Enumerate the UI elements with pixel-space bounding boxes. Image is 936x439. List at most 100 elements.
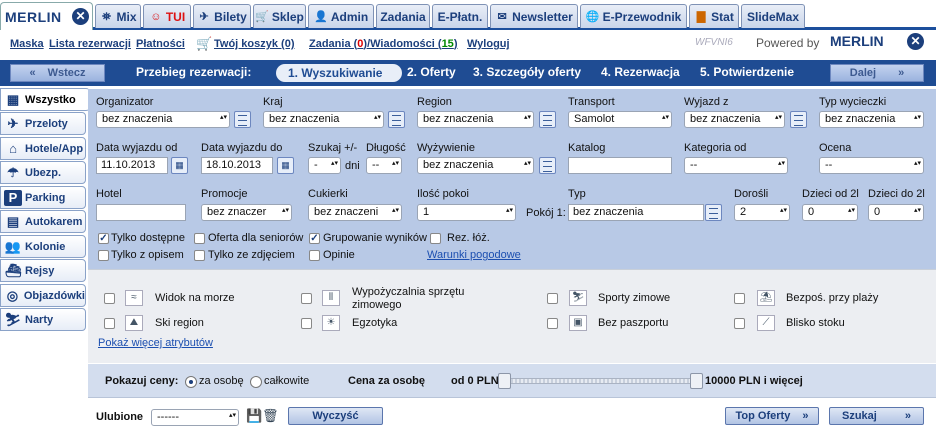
show-more-attributes-link[interactable]: Pokaż więcej atrybutów: [98, 337, 213, 349]
typ-pokoju-input[interactable]: bez znaczenia: [568, 204, 704, 221]
pokoje-select[interactable]: 1: [417, 204, 516, 221]
wyzywienie-select[interactable]: bez znaczenia: [417, 157, 534, 174]
link-platnosci[interactable]: Płatności: [136, 38, 185, 50]
clear-button[interactable]: Wyczyść: [288, 407, 383, 425]
link-zadania-wiadomosci[interactable]: Zadania (0)/Wiadomości (15): [309, 38, 457, 50]
promocje-select[interactable]: bez znaczer: [201, 204, 292, 221]
dzieci-do-2-select[interactable]: 0: [868, 204, 924, 221]
merlin-brand-logo: MERLIN: [830, 33, 884, 49]
sidebar-item-rejsy[interactable]: ⛴ Rejsy: [0, 259, 86, 282]
opinie-checkbox[interactable]: [309, 250, 320, 261]
tab-zadania[interactable]: Zadania: [376, 4, 430, 28]
tab-e-platnosci[interactable]: E-Płatn.: [432, 4, 488, 28]
top-oferty-button[interactable]: Top Oferty»: [725, 407, 819, 425]
step-szczegoly[interactable]: 3. Szczegóły oferty: [473, 65, 581, 79]
region-list-button[interactable]: [539, 111, 556, 128]
tylko-opis-checkbox[interactable]: [98, 250, 109, 261]
merlin-logo-tab[interactable]: MERLIN ✕: [0, 2, 93, 30]
cukierki-select[interactable]: bez znaczeni: [308, 204, 402, 221]
link-lista-rezerwacji[interactable]: Lista rezerwacji: [49, 38, 131, 50]
oferta-seniorow-checkbox[interactable]: [194, 233, 205, 244]
kraj-list-button[interactable]: [388, 111, 405, 128]
egzotyka-checkbox[interactable]: [301, 318, 312, 329]
tab-admin[interactable]: 👤 Admin: [308, 4, 374, 28]
warunki-pogodowe-link[interactable]: Warunki pogodowe: [427, 249, 521, 261]
cart-icon: 🛒: [255, 10, 269, 23]
wypozyczalnia-checkbox[interactable]: [301, 293, 312, 304]
tylko-zdjecie-checkbox[interactable]: [194, 250, 205, 261]
dorosli-select[interactable]: 2: [734, 204, 790, 221]
data-do-input[interactable]: 18.10.2013: [201, 157, 273, 174]
ocena-select[interactable]: --: [819, 157, 924, 174]
search-button[interactable]: Szukaj»: [829, 407, 924, 425]
tab-stat[interactable]: ▇ Stat: [689, 4, 739, 28]
za-osobe-radio[interactable]: [185, 376, 197, 388]
oferta-seniorow-label: Oferta dla seniorów: [208, 232, 304, 244]
blisko-stoku-checkbox[interactable]: [734, 318, 745, 329]
kategoria-select[interactable]: --: [684, 157, 788, 174]
double-chevron-right-icon: »: [904, 410, 911, 422]
price-range-track[interactable]: [502, 378, 700, 384]
bez-paszportu-checkbox[interactable]: [547, 318, 558, 329]
next-button[interactable]: Dalej»: [830, 64, 924, 82]
sidebar-item-objazdowki[interactable]: ◎ Objazdówki: [0, 284, 86, 307]
szukaj-label: Szukaj +/-: [308, 142, 358, 154]
sidebar-item-ubezp[interactable]: ☂ Ubezp.: [0, 161, 86, 184]
step-oferty[interactable]: 2. Oferty: [407, 65, 456, 79]
hotel-input[interactable]: [96, 204, 186, 221]
rez-loz-checkbox[interactable]: [430, 233, 441, 244]
tab-bilety[interactable]: ✈ Bilety: [193, 4, 251, 28]
sporty-zimowe-checkbox[interactable]: [547, 293, 558, 304]
step-potwierdzenie[interactable]: 5. Potwierdzenie: [700, 65, 794, 79]
wyjazd-select[interactable]: bez znaczenia: [684, 111, 785, 128]
typ-list-button[interactable]: [705, 204, 722, 221]
link-maska[interactable]: Maska: [10, 38, 44, 50]
back-button[interactable]: «Wstecz: [10, 64, 105, 82]
calendar-icon[interactable]: ▦: [277, 157, 294, 174]
trash-icon[interactable]: 🗑: [262, 408, 279, 424]
typ-wycieczki-select[interactable]: bez znaczenia: [819, 111, 924, 128]
katalog-input[interactable]: [568, 157, 672, 174]
kraj-select[interactable]: bez znaczenia: [263, 111, 384, 128]
tab-tui[interactable]: ☺ TUI: [143, 4, 191, 28]
bezpos-plaza-checkbox[interactable]: [734, 293, 745, 304]
wyjazd-list-button[interactable]: [790, 111, 807, 128]
sidebar-item-przeloty[interactable]: ✈ Przeloty: [0, 112, 86, 135]
step-wyszukiwanie[interactable]: 1. Wyszukiwanie: [276, 64, 402, 82]
sidebar-item-narty[interactable]: ⛷ Narty: [0, 308, 86, 331]
link-wyloguj[interactable]: Wyloguj: [467, 38, 510, 50]
data-od-input[interactable]: 11.10.2013: [96, 157, 168, 174]
tab-slidemax[interactable]: SlideMax: [741, 4, 805, 28]
organizator-select[interactable]: bez znaczenia: [96, 111, 230, 128]
calendar-icon[interactable]: ▦: [171, 157, 188, 174]
tab-newsletter[interactable]: ✉ Newsletter: [490, 4, 578, 28]
widok-na-morze-checkbox[interactable]: [104, 293, 115, 304]
sidebar-item-wszystko[interactable]: ▦ Wszystko: [0, 88, 90, 111]
calkowite-radio[interactable]: [250, 376, 262, 388]
tab-e-przewodnik[interactable]: 🌐 E-Przewodnik: [580, 4, 687, 28]
tab-sklep[interactable]: 🛒 Sklep: [253, 4, 306, 28]
tylko-dostepne-checkbox[interactable]: ✓: [98, 233, 109, 244]
ulubione-select[interactable]: ------: [151, 409, 239, 426]
ski-region-checkbox[interactable]: [104, 318, 115, 329]
sidebar-item-kolonie[interactable]: 👥 Kolonie: [0, 235, 86, 258]
sidebar-item-hotele[interactable]: ⌂ Hotele/App: [0, 137, 86, 160]
szukaj-dni-select[interactable]: -: [308, 157, 341, 174]
dlugosc-select[interactable]: --: [366, 157, 402, 174]
wyzywienie-list-button[interactable]: [539, 157, 556, 174]
sidebar-item-autokarem[interactable]: ▤ Autokarem: [0, 210, 86, 233]
organizator-list-button[interactable]: [234, 111, 251, 128]
winter-sport-icon: ⛷: [569, 290, 587, 306]
grupowanie-checkbox[interactable]: ✓: [309, 233, 320, 244]
link-koszyk[interactable]: Twój koszyk (0): [214, 38, 294, 50]
tab-mix[interactable]: ⛯ Mix: [95, 4, 141, 28]
region-select[interactable]: bez znaczenia: [417, 111, 534, 128]
price-min-handle[interactable]: [498, 373, 511, 389]
save-icon[interactable]: 💾: [246, 408, 262, 424]
dzieci-od-2-select[interactable]: 0: [802, 204, 858, 221]
people-icon: 👥: [4, 238, 22, 254]
price-max-handle[interactable]: [690, 373, 703, 389]
step-rezerwacja[interactable]: 4. Rezerwacja: [601, 65, 680, 79]
transport-select[interactable]: Samolot: [568, 111, 672, 128]
sidebar-item-parking[interactable]: P Parking: [0, 186, 86, 209]
